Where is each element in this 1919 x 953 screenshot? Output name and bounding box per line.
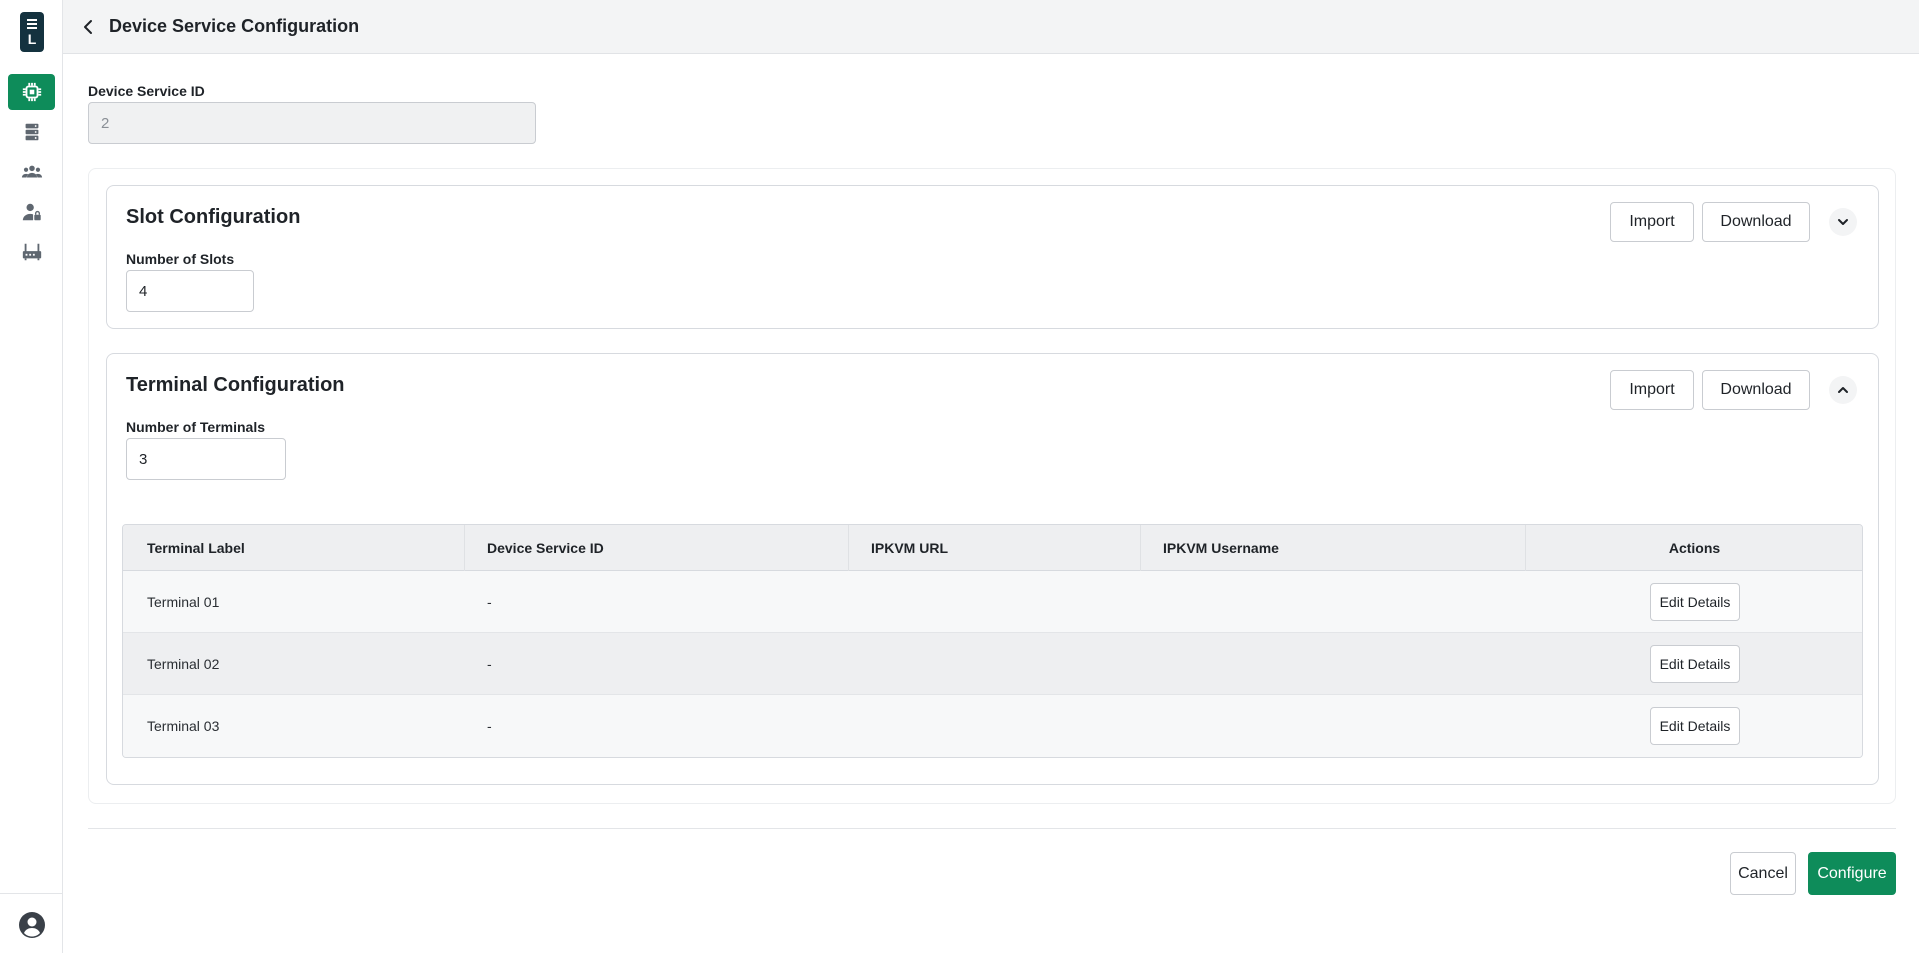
column-header-device-service-id: Device Service ID [487,540,604,556]
sidebar-divider [0,893,63,894]
sidebar-item-servers[interactable] [8,114,55,150]
back-arrow-icon[interactable] [79,17,99,37]
edit-details-button[interactable]: Edit Details [1650,583,1740,621]
cell-device-service-id: - [487,718,492,734]
column-header-actions: Actions [1668,540,1721,556]
footer-divider [88,828,1896,829]
page-title: Device Service Configuration [109,16,360,36]
column-separator [1140,525,1141,571]
chip-icon [22,82,41,102]
sidebar-item-users[interactable] [8,154,55,190]
cell-terminal-label: Terminal 03 [147,718,220,734]
router-icon [22,243,41,261]
slot-collapse-toggle[interactable] [1829,208,1857,236]
column-separator [464,525,465,571]
column-separator [848,525,849,571]
sidebar-item-access[interactable] [8,194,55,230]
terminal-download-button[interactable]: Download [1702,370,1810,410]
sidebar-item-devices[interactable] [8,74,55,110]
cell-device-service-id: - [487,656,492,672]
chevron-down-icon [1838,219,1848,225]
column-header-terminal-label: Terminal Label [147,540,245,556]
table-row: Terminal 02 - Edit Details [123,633,1862,695]
terminal-configuration-title: Terminal Configuration [126,374,345,396]
number-of-slots-label: Number of Slots [126,251,235,267]
edit-details-button[interactable]: Edit Details [1650,707,1740,745]
users-icon [21,165,42,178]
table-header: Terminal Label Device Service ID IPKVM U… [123,525,1862,571]
edit-details-button[interactable]: Edit Details [1650,645,1740,683]
slot-configuration-title: Slot Configuration [126,206,301,228]
terminal-collapse-toggle[interactable] [1829,376,1857,404]
column-header-ipkvm-url: IPKVM URL [871,540,948,556]
terminal-import-button[interactable]: Import [1610,370,1694,410]
cell-terminal-label: Terminal 02 [147,656,220,672]
cell-terminal-label: Terminal 01 [147,594,220,610]
configure-button[interactable]: Configure [1808,852,1896,895]
slot-import-button[interactable]: Import [1610,202,1694,242]
number-of-terminals-field[interactable]: 3 [126,438,286,480]
page-header: Device Service Configuration [63,0,1919,54]
user-avatar-icon[interactable] [18,911,46,939]
app-logo[interactable]: L [20,12,44,52]
cell-device-service-id: - [487,594,492,610]
terminals-table: Terminal Label Device Service ID IPKVM U… [122,524,1863,758]
user-lock-icon [22,203,41,221]
sidebar: L [0,0,63,953]
table-row: Terminal 03 - Edit Details [123,695,1862,757]
table-row: Terminal 01 - Edit Details [123,571,1862,633]
number-of-terminals-label: Number of Terminals [126,419,265,435]
number-of-slots-field[interactable]: 4 [126,270,254,312]
device-service-id-field: 2 [88,102,536,144]
sidebar-item-network[interactable] [8,234,55,270]
device-service-id-label: Device Service ID [88,83,205,99]
slot-download-button[interactable]: Download [1702,202,1810,242]
server-icon [25,123,38,141]
column-header-ipkvm-username: IPKVM Username [1163,540,1279,556]
chevron-up-icon [1838,387,1848,393]
cancel-button[interactable]: Cancel [1730,852,1796,895]
